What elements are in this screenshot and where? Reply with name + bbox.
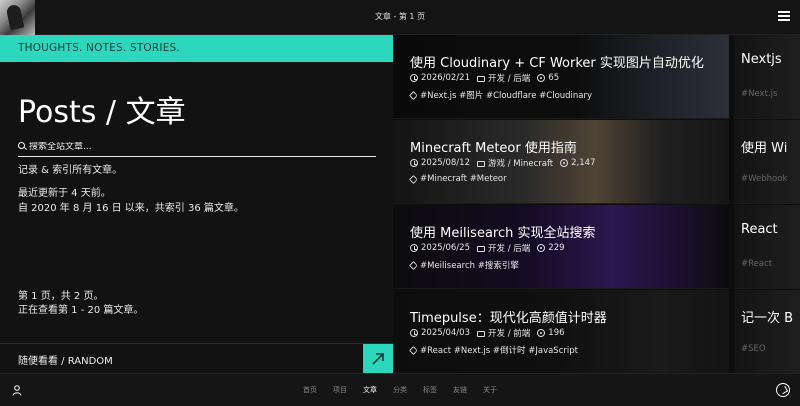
- post-tags[interactable]: #Next.js: [741, 89, 777, 99]
- post-title[interactable]: Nextjs: [741, 52, 782, 67]
- post-tag-list[interactable]: #Meilisearch #搜索引擎: [420, 259, 519, 271]
- nav-item[interactable]: 友链: [453, 385, 467, 395]
- post-date: 2025/04/03: [421, 328, 470, 338]
- arrow-up-right-icon: [372, 353, 384, 365]
- post-tag-list[interactable]: #Webhook: [741, 174, 787, 184]
- post-views: 2,147: [571, 158, 596, 168]
- clock-icon: [410, 159, 418, 167]
- updated-text: 最近更新于 4 天前。: [18, 188, 111, 199]
- post-category[interactable]: 开发 / 后端: [488, 72, 530, 84]
- menu-icon[interactable]: [778, 11, 790, 21]
- post-date: 2026/02/21: [421, 73, 470, 83]
- intro-text: 记录 & 索引所有文章。: [18, 165, 123, 176]
- post-category[interactable]: 开发 / 前端: [488, 327, 530, 339]
- clock-icon: [410, 329, 418, 337]
- post-title[interactable]: 使用 Wi: [741, 137, 787, 156]
- post-tags[interactable]: #React #Next.js #倒计时 #JavaScript: [409, 344, 578, 356]
- nav-item[interactable]: 项目: [333, 385, 347, 395]
- post-views: 65: [548, 73, 560, 83]
- post-tags[interactable]: #React: [741, 259, 772, 269]
- main-nav: 首页 项目 文章 分类 标签 友链 关于: [0, 385, 800, 395]
- post-card[interactable]: Timepulse：现代化高颜值计时器 2025/04/03 开发 / 前端 1…: [393, 290, 729, 373]
- eye-icon: [537, 74, 546, 82]
- search-bar[interactable]: [18, 137, 376, 157]
- post-date: 2025/08/12: [421, 158, 470, 168]
- post-title[interactable]: React: [741, 222, 778, 237]
- post-card[interactable]: 使用 Wi #Webhook: [734, 120, 800, 204]
- post-title[interactable]: 使用 Cloudinary + CF Worker 实现图片自动优化: [410, 52, 704, 71]
- search-icon: [18, 142, 27, 151]
- nav-item[interactable]: 首页: [303, 385, 317, 395]
- page-info: 第 1 页，共 2 页。: [18, 291, 104, 302]
- tagline-banner: THOUGHTS. NOTES. STORIES.: [0, 35, 393, 62]
- post-tag-list[interactable]: #Next.js: [741, 89, 777, 99]
- tag-icon: [409, 260, 418, 270]
- post-category[interactable]: 游戏 / Minecraft: [488, 157, 553, 169]
- post-grid: 使用 Cloudinary + CF Worker 实现图片自动优化 2026/…: [393, 35, 800, 373]
- clock-icon: [410, 74, 418, 82]
- post-meta: 2026/02/21 开发 / 后端 65: [410, 72, 559, 84]
- tag-icon: [409, 174, 418, 184]
- post-tags[interactable]: #SEO: [741, 344, 766, 354]
- post-meta: 2025/08/12 游戏 / Minecraft 2,147: [410, 157, 595, 169]
- post-views: 196: [548, 328, 565, 338]
- post-date: 2025/06/25: [421, 243, 470, 253]
- nav-item[interactable]: 关于: [483, 385, 497, 395]
- range-info: 正在查看第 1 - 20 篇文章。: [18, 305, 144, 316]
- random-button[interactable]: [363, 344, 393, 374]
- page-title: Posts / 文章: [18, 95, 186, 130]
- post-title[interactable]: 记一次 B: [741, 307, 793, 326]
- post-tag-list[interactable]: #React #Next.js #倒计时 #JavaScript: [420, 344, 578, 356]
- page-header-title: 文章 - 第 1 页: [374, 12, 426, 21]
- nav-item[interactable]: 文章: [363, 385, 377, 395]
- top-bar: 文章 - 第 1 页: [0, 0, 800, 35]
- folder-icon: [477, 160, 485, 167]
- folder-icon: [477, 75, 485, 82]
- since-text: 自 2020 年 8 月 16 日 以来，共索引 36 篇文章。: [18, 203, 244, 214]
- tag-icon: [409, 90, 418, 100]
- post-card[interactable]: 记一次 B #SEO: [734, 290, 800, 373]
- post-tags[interactable]: #Meilisearch #搜索引擎: [409, 259, 519, 271]
- folder-icon: [477, 245, 485, 252]
- random-row[interactable]: 随便看看 / RANDOM: [0, 343, 393, 374]
- posts-sidebar: THOUGHTS. NOTES. STORIES. Posts / 文章 记录 …: [0, 35, 393, 374]
- tag-icon: [409, 345, 418, 355]
- bottom-nav-bar: 首页 项目 文章 分类 标签 友链 关于: [0, 373, 800, 406]
- eye-icon: [560, 159, 569, 167]
- post-meta: 2025/04/03 开发 / 前端 196: [410, 327, 565, 339]
- post-card[interactable]: Nextjs #Next.js: [734, 35, 800, 119]
- post-meta: 2025/06/25 开发 / 后端 229: [410, 242, 565, 254]
- post-card[interactable]: Minecraft Meteor 使用指南 2025/08/12 游戏 / Mi…: [393, 120, 729, 204]
- nav-item[interactable]: 标签: [423, 385, 437, 395]
- post-card[interactable]: 使用 Cloudinary + CF Worker 实现图片自动优化 2026/…: [393, 35, 729, 119]
- post-card[interactable]: React #React: [734, 205, 800, 289]
- eye-icon: [537, 244, 546, 252]
- post-title[interactable]: Minecraft Meteor 使用指南: [410, 137, 577, 156]
- post-tags[interactable]: #Webhook: [741, 174, 787, 184]
- clock-icon: [410, 244, 418, 252]
- post-views: 229: [548, 243, 565, 253]
- folder-icon: [477, 330, 485, 337]
- post-card[interactable]: 使用 Meilisearch 实现全站搜索 2025/06/25 开发 / 后端…: [393, 205, 729, 289]
- search-input[interactable]: [29, 141, 359, 152]
- eye-icon: [537, 329, 546, 337]
- post-tag-list[interactable]: #React: [741, 259, 772, 269]
- post-tag-list[interactable]: #Minecraft #Meteor: [420, 174, 507, 184]
- theme-toggle-icon[interactable]: [776, 383, 790, 397]
- post-tags[interactable]: #Next.js #图片 #Cloudflare #Cloudinary: [409, 89, 592, 101]
- post-title[interactable]: Timepulse：现代化高颜值计时器: [410, 307, 607, 326]
- post-title[interactable]: 使用 Meilisearch 实现全站搜索: [410, 222, 596, 241]
- post-tag-list[interactable]: #SEO: [741, 344, 766, 354]
- nav-item[interactable]: 分类: [393, 385, 407, 395]
- post-tags[interactable]: #Minecraft #Meteor: [409, 174, 507, 184]
- post-tag-list[interactable]: #Next.js #图片 #Cloudflare #Cloudinary: [420, 89, 592, 101]
- random-label[interactable]: 随便看看 / RANDOM: [18, 352, 113, 367]
- post-category[interactable]: 开发 / 后端: [488, 242, 530, 254]
